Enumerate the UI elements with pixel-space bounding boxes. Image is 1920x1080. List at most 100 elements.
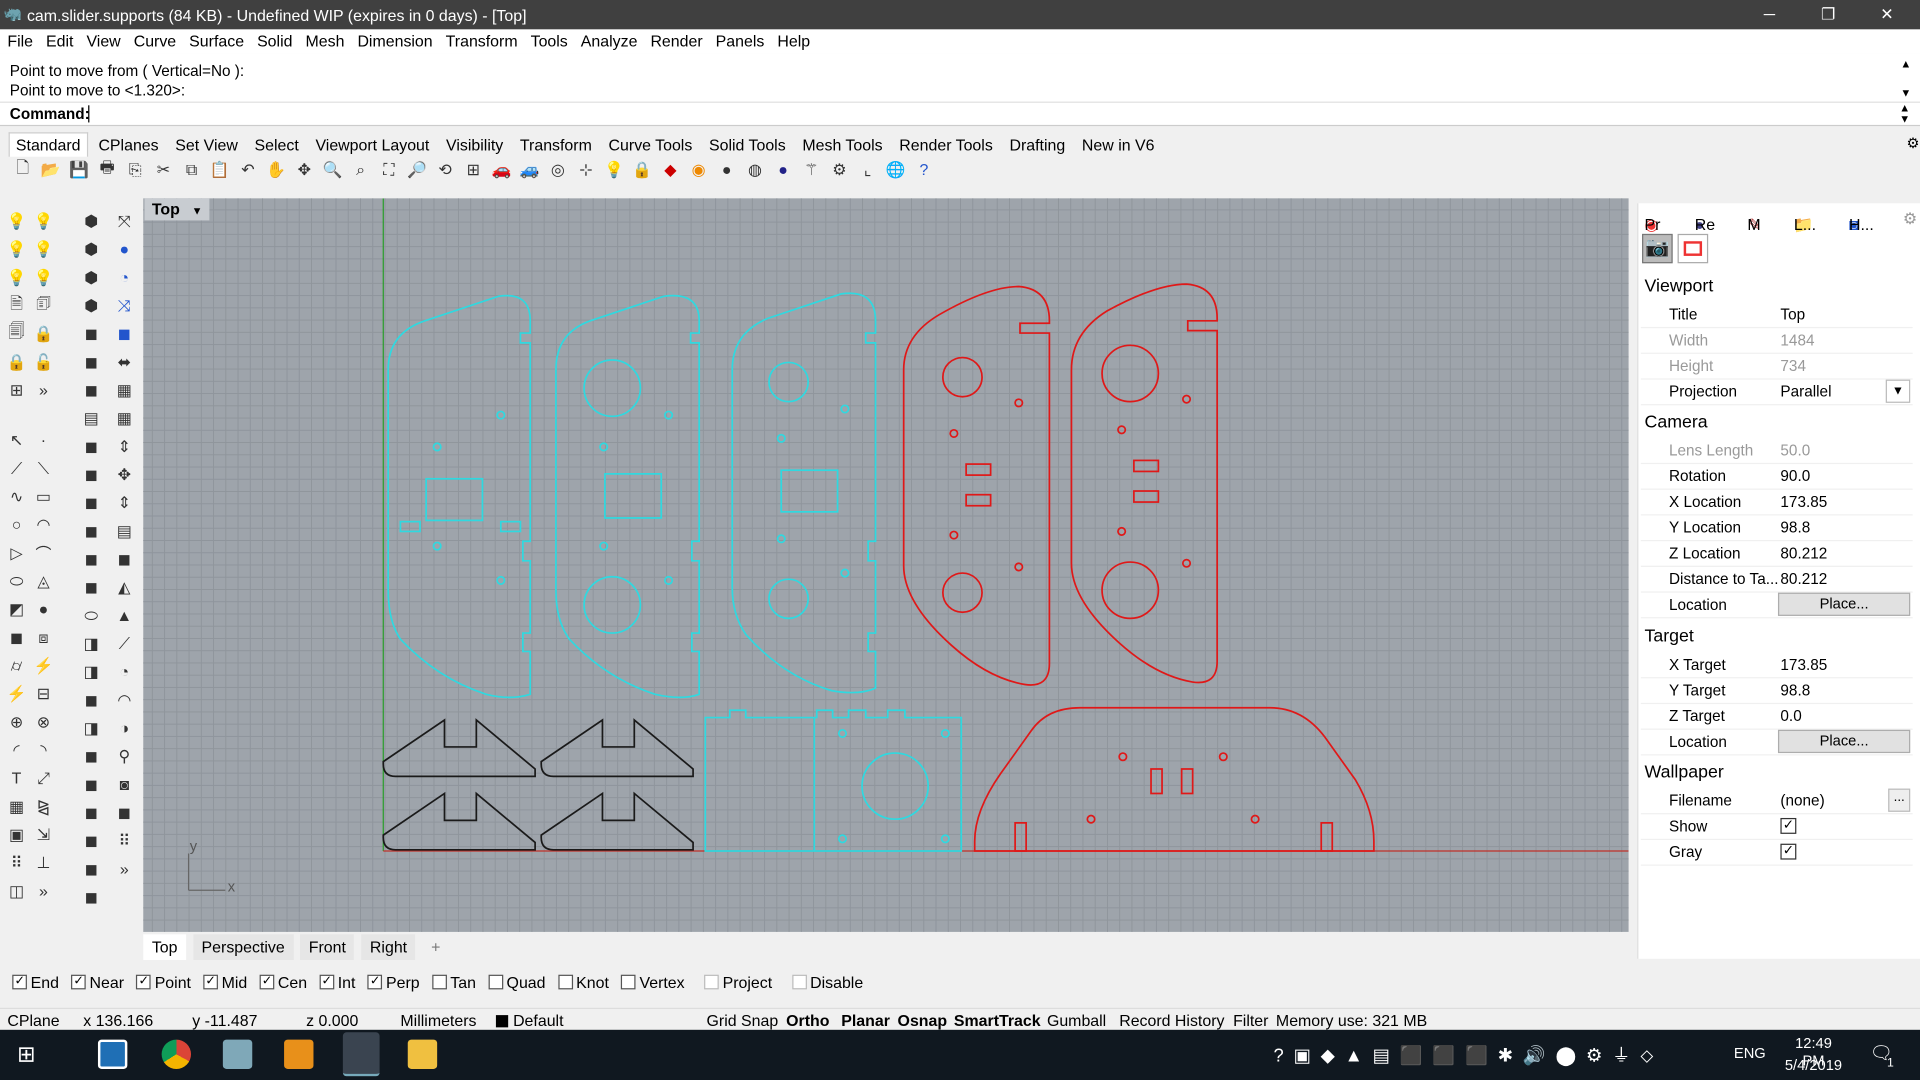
arc-icon[interactable]: ◠ (31, 512, 57, 538)
layer-icon[interactable]: ◆ (658, 157, 684, 183)
group-icon[interactable]: ⊞ (4, 377, 30, 403)
environment-sphere-icon[interactable]: ● (770, 157, 796, 183)
boolean-icon[interactable]: ⊕ (4, 709, 30, 735)
offset-icon[interactable]: ◝ (31, 737, 57, 763)
tab-visibility[interactable]: Visibility (440, 133, 509, 157)
gray-checkbox[interactable]: ✓ (1780, 843, 1797, 860)
edit-tool-16-icon[interactable]: ⟋ (111, 631, 137, 657)
prop-projection[interactable]: Projection Parallel ▼ (1640, 379, 1913, 406)
solid-tool-11-icon[interactable]: ◼ (78, 490, 104, 516)
unlock-icon[interactable]: 🔓 (31, 349, 57, 375)
distance-icon[interactable]: ⊥ (31, 850, 57, 876)
globe-icon[interactable]: 🌐 (883, 157, 909, 183)
car-icon[interactable]: 🚗 (489, 157, 515, 183)
circle-icon[interactable]: ○ (4, 512, 30, 538)
osnap-tan-checkbox[interactable]: Tan (431, 973, 476, 991)
blend-icon[interactable]: ⚡ (31, 653, 57, 679)
solid-tool-14-icon[interactable]: ◼ (78, 574, 104, 600)
solid-tool-1-icon[interactable]: ⬢ (78, 208, 104, 234)
edit-tool-9-icon[interactable]: ⇕ (111, 433, 137, 459)
tab-transform[interactable]: Transform (514, 133, 598, 157)
dimension-icon[interactable]: ⌞ (855, 157, 881, 183)
wand-icon[interactable]: ⚚ (798, 157, 824, 183)
target-icon[interactable]: ◎ (545, 157, 571, 183)
layer-state-icon[interactable]: 🗐 (4, 321, 30, 347)
status-cplane[interactable]: CPlane (7, 1011, 59, 1029)
edit-tool-14-icon[interactable]: ◭ (111, 574, 137, 600)
tab-select[interactable]: Select (248, 133, 304, 157)
options-gear-icon[interactable]: ⚙ (827, 157, 853, 183)
solid-tool-18-icon[interactable]: ◼ (78, 687, 104, 713)
box-icon[interactable]: ◼ (4, 624, 30, 650)
prop-title[interactable]: Title Top (1640, 302, 1913, 329)
menu-panels[interactable]: Panels (708, 29, 765, 50)
menu-transform[interactable]: Transform (438, 29, 518, 50)
solid-tool-15-icon[interactable]: ⬭ (78, 602, 104, 628)
app-icon[interactable] (222, 1039, 253, 1069)
solid-tool-10-icon[interactable]: ◼ (78, 462, 104, 488)
vehicle-icon[interactable]: 🚙 (517, 157, 543, 183)
bulb-on-icon[interactable]: 💡 (31, 208, 57, 234)
four-viewports-icon[interactable]: ⊞ (460, 157, 486, 183)
analyze-icon[interactable]: ◫ (4, 878, 30, 904)
select-icon[interactable]: 💡 (4, 236, 30, 262)
menu-mesh[interactable]: Mesh (298, 29, 344, 50)
solid-tool-8-icon[interactable]: ▤ (78, 405, 104, 431)
osnap-point-checkbox[interactable]: ✓ Point (136, 973, 191, 991)
freeform-icon[interactable]: ⌒ (31, 540, 57, 566)
rhino-app-icon[interactable]: 🦏 (4, 5, 22, 23)
system-tray-icons[interactable]: ?▣◆▲▤⬛⬛⬛✱🔊⬤⚙⏚⬦ (1273, 1042, 1663, 1068)
command-history[interactable]: Point to move from ( Vertical=No ): Poin… (0, 53, 1920, 103)
new-file-icon[interactable]: 🗋 (10, 157, 36, 183)
camera-icon[interactable]: 📷 (1642, 233, 1673, 264)
edit-tool-3-icon[interactable]: ◔ (111, 264, 137, 290)
prop-rotation[interactable]: Rotation 90.0 (1640, 464, 1913, 490)
chrome-icon[interactable] (161, 1039, 192, 1069)
sphere-icon[interactable]: ● (31, 596, 57, 622)
edit-tool-23-icon[interactable]: ⠿ (111, 828, 137, 854)
status-layer[interactable]: Default (513, 1011, 563, 1029)
prop-y-target[interactable]: Y Target 98.8 (1640, 678, 1913, 705)
zoom-icon[interactable]: 🔍 (320, 157, 346, 183)
solid-tool-12-icon[interactable]: ◼ (78, 518, 104, 544)
target-place-button[interactable]: Place... (1777, 729, 1911, 754)
viewport-tab-front[interactable]: Front (300, 934, 355, 961)
more-tools-icon[interactable]: » (31, 377, 57, 403)
lock-object-icon[interactable]: 🔒 (4, 349, 30, 375)
snap-icon[interactable]: ⊹ (573, 157, 599, 183)
solid-tool-16-icon[interactable]: ◨ (78, 631, 104, 657)
solid-tool-7-icon[interactable]: ◼ (78, 377, 104, 403)
osnap-knot-checkbox[interactable]: Knot (557, 973, 609, 991)
edit-tool-20-icon[interactable]: ⚲ (111, 743, 137, 769)
dimension-tool-icon[interactable]: ▣ (4, 822, 30, 848)
pan-hand-icon[interactable]: ✋ (263, 157, 289, 183)
edit-tool-7-icon[interactable]: ▦ (111, 377, 137, 403)
lock-icon[interactable]: 🔒 (629, 157, 655, 183)
scroll-up-icon[interactable]: ▲ (1900, 54, 1911, 74)
osnap-vertex-checkbox[interactable]: Vertex (621, 973, 685, 991)
prop-y-location[interactable]: Y Location 98.8 (1640, 516, 1913, 542)
menu-render[interactable]: Render (643, 29, 702, 50)
status-units[interactable]: Millimeters (400, 1011, 476, 1029)
menu-edit[interactable]: Edit (39, 29, 73, 50)
split-icon[interactable]: ⊟ (31, 681, 57, 707)
document-icon[interactable]: 🗎 (4, 293, 30, 319)
solid-tool-25-icon[interactable]: ◼ (78, 884, 104, 910)
edit-tool-1-icon[interactable]: ⤧ (111, 208, 137, 234)
tab-mesh-tools[interactable]: Mesh Tools (796, 133, 888, 157)
cyan-shell-1[interactable] (387, 294, 532, 699)
prop-z-target[interactable]: Z Target 0.0 (1640, 704, 1913, 730)
open-file-icon[interactable]: 📂 (38, 157, 64, 183)
osnap-project-checkbox[interactable]: Project (704, 973, 772, 991)
point-icon[interactable]: 💡 (4, 208, 30, 234)
edit-tool-15-icon[interactable]: ▲ (111, 602, 137, 628)
solid-tool-24-icon[interactable]: ◼ (78, 856, 104, 882)
viewport-tab-right[interactable]: Right (361, 934, 416, 961)
edit-tool-6-icon[interactable]: ⬌ (111, 349, 137, 375)
point-tool-icon[interactable]: · (31, 427, 57, 453)
maximize-button[interactable]: ❐ (1800, 0, 1856, 29)
rotate-view-icon[interactable]: ✥ (291, 157, 317, 183)
menu-dimension[interactable]: Dimension (350, 29, 432, 50)
color-wheel-icon[interactable]: ◉ (686, 157, 712, 183)
menu-surface[interactable]: Surface (182, 29, 244, 50)
